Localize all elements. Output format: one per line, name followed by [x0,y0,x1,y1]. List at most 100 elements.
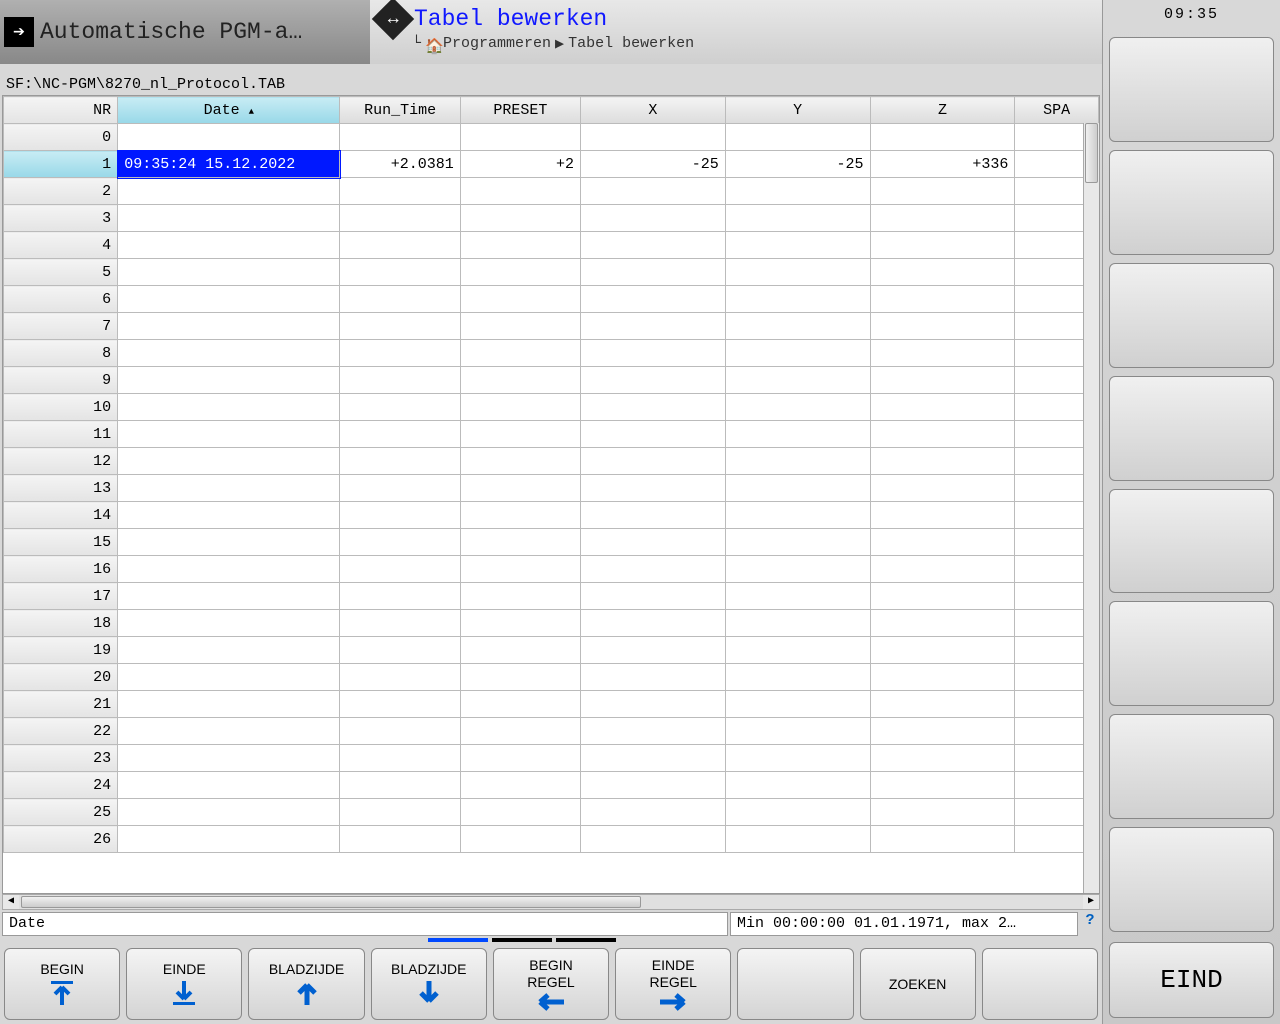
cell-nr[interactable]: 6 [4,286,118,313]
cell-preset[interactable] [460,367,580,394]
cell-z[interactable] [870,637,1015,664]
vertical-scrollbar[interactable] [1083,123,1099,893]
cell-nr[interactable]: 16 [4,556,118,583]
cell-z[interactable] [870,448,1015,475]
cell-date[interactable] [118,610,340,637]
cell-z[interactable] [870,718,1015,745]
cell-nr[interactable]: 21 [4,691,118,718]
table-row[interactable]: 6 [4,286,1099,313]
cell-date[interactable] [118,313,340,340]
cell-y[interactable]: -25 [725,151,870,178]
softkey-page-down[interactable]: BLADZIJDE [371,948,487,1020]
cell-nr[interactable]: 1 [4,151,118,178]
table-row[interactable]: 16 [4,556,1099,583]
cell-preset[interactable] [460,664,580,691]
cell-x[interactable] [581,637,726,664]
table-row[interactable]: 21 [4,691,1099,718]
cell-x[interactable] [581,205,726,232]
cell-preset[interactable] [460,799,580,826]
table-row[interactable]: 14 [4,502,1099,529]
cell-preset[interactable] [460,583,580,610]
side-button-1[interactable] [1109,37,1274,142]
cell-date[interactable] [118,556,340,583]
cell-nr[interactable]: 17 [4,583,118,610]
cell-date[interactable] [118,448,340,475]
cell-y[interactable] [725,637,870,664]
cell-preset[interactable] [460,691,580,718]
cell-run_time[interactable] [340,421,460,448]
cell-y[interactable] [725,178,870,205]
cell-nr[interactable]: 22 [4,718,118,745]
cell-nr[interactable]: 8 [4,340,118,367]
cell-preset[interactable] [460,394,580,421]
cell-y[interactable] [725,259,870,286]
cell-x[interactable] [581,718,726,745]
cell-z[interactable] [870,664,1015,691]
softkey-einde-regel[interactable]: EINDE REGEL [615,948,731,1020]
cell-date[interactable] [118,286,340,313]
table-row[interactable]: 7 [4,313,1099,340]
cell-z[interactable]: +336 [870,151,1015,178]
table-row[interactable]: 9 [4,367,1099,394]
data-table[interactable]: NR Date ▲ Run_Time PRESET X Y Z SPA 0109… [3,96,1099,853]
cell-nr[interactable]: 2 [4,178,118,205]
side-button-3[interactable] [1109,263,1274,368]
table-row[interactable]: 11 [4,421,1099,448]
cell-nr[interactable]: 23 [4,745,118,772]
side-button-5[interactable] [1109,489,1274,594]
table-row[interactable]: 17 [4,583,1099,610]
cell-y[interactable] [725,718,870,745]
table-row[interactable]: 13 [4,475,1099,502]
table-row[interactable]: 19 [4,637,1099,664]
table-row[interactable]: 10 [4,394,1099,421]
cell-x[interactable] [581,232,726,259]
table-row[interactable]: 8 [4,340,1099,367]
cell-run_time[interactable] [340,664,460,691]
cell-nr[interactable]: 20 [4,664,118,691]
table-row[interactable]: 15 [4,529,1099,556]
cell-z[interactable] [870,313,1015,340]
cell-date[interactable] [118,718,340,745]
cell-z[interactable] [870,556,1015,583]
cell-preset[interactable] [460,502,580,529]
table-row[interactable]: 25 [4,799,1099,826]
cell-y[interactable] [725,691,870,718]
cell-preset[interactable] [460,232,580,259]
table-row[interactable]: 0 [4,124,1099,151]
cell-z[interactable] [870,529,1015,556]
cell-x[interactable] [581,745,726,772]
cell-x[interactable] [581,124,726,151]
side-button-eind[interactable]: EIND [1109,942,1274,1018]
cell-run_time[interactable] [340,340,460,367]
cell-date[interactable] [118,502,340,529]
cell-date[interactable] [118,259,340,286]
cell-run_time[interactable] [340,691,460,718]
cell-nr[interactable]: 4 [4,232,118,259]
cell-date[interactable]: 09:35:24 15.12.2022 [118,151,340,178]
cell-date[interactable] [118,691,340,718]
cell-run_time[interactable] [340,826,460,853]
cell-nr[interactable]: 19 [4,637,118,664]
cell-date[interactable] [118,124,340,151]
cell-x[interactable] [581,502,726,529]
cell-z[interactable] [870,421,1015,448]
cell-x[interactable] [581,664,726,691]
cell-x[interactable] [581,394,726,421]
cell-run_time[interactable] [340,232,460,259]
cell-run_time[interactable] [340,124,460,151]
cell-z[interactable] [870,124,1015,151]
cell-nr[interactable]: 5 [4,259,118,286]
cell-z[interactable] [870,259,1015,286]
col-header-nr[interactable]: NR [4,97,118,124]
table-row[interactable]: 24 [4,772,1099,799]
cell-x[interactable] [581,610,726,637]
cell-nr[interactable]: 24 [4,772,118,799]
cell-date[interactable] [118,475,340,502]
cell-preset[interactable] [460,178,580,205]
cell-y[interactable] [725,583,870,610]
cell-nr[interactable]: 13 [4,475,118,502]
cell-run_time[interactable] [340,205,460,232]
cell-z[interactable] [870,340,1015,367]
cell-x[interactable] [581,691,726,718]
table-row[interactable]: 12 [4,448,1099,475]
